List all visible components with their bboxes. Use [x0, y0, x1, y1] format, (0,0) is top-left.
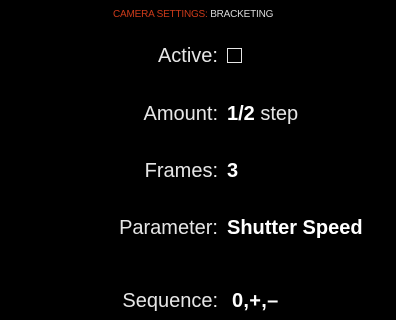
breadcrumb-current: BRACKETING	[210, 9, 274, 20]
setting-row-parameter[interactable]: Parameter: Shutter Speed	[0, 217, 401, 243]
breadcrumb-path: CAMERA SETTINGS:	[113, 9, 208, 20]
sequence-value[interactable]: 0,+,–	[232, 290, 279, 313]
active-label: Active:	[157, 45, 218, 67]
frames-number: 3	[227, 160, 239, 182]
parameter-label: Parameter:	[119, 217, 218, 239]
amount-value[interactable]: 1/2 step	[227, 103, 298, 126]
parameter-value[interactable]: Shutter Speed	[227, 217, 363, 240]
active-checkbox[interactable]	[227, 48, 242, 63]
frames-label: Frames:	[144, 160, 218, 182]
frame-edge-bottom	[0, 320, 401, 326]
frames-value[interactable]: 3	[227, 160, 238, 183]
setting-row-active[interactable]: Active:	[0, 45, 401, 71]
camera-settings-screen: CAMERA SETTINGS: BRACKETING Active: Amou…	[0, 0, 401, 326]
amount-label: Amount:	[143, 103, 218, 125]
breadcrumb: CAMERA SETTINGS: BRACKETING	[113, 9, 273, 20]
parameter-text: Shutter Speed	[227, 217, 363, 239]
frame-edge-right	[396, 0, 401, 326]
setting-row-frames[interactable]: Frames: 3	[0, 160, 401, 186]
sequence-label: Sequence:	[122, 290, 218, 312]
amount-unit: step	[260, 103, 299, 125]
amount-number: 1/2	[227, 103, 255, 125]
setting-row-sequence[interactable]: Sequence: 0,+,–	[0, 290, 401, 316]
setting-row-amount[interactable]: Amount: 1/2 step	[0, 103, 401, 129]
